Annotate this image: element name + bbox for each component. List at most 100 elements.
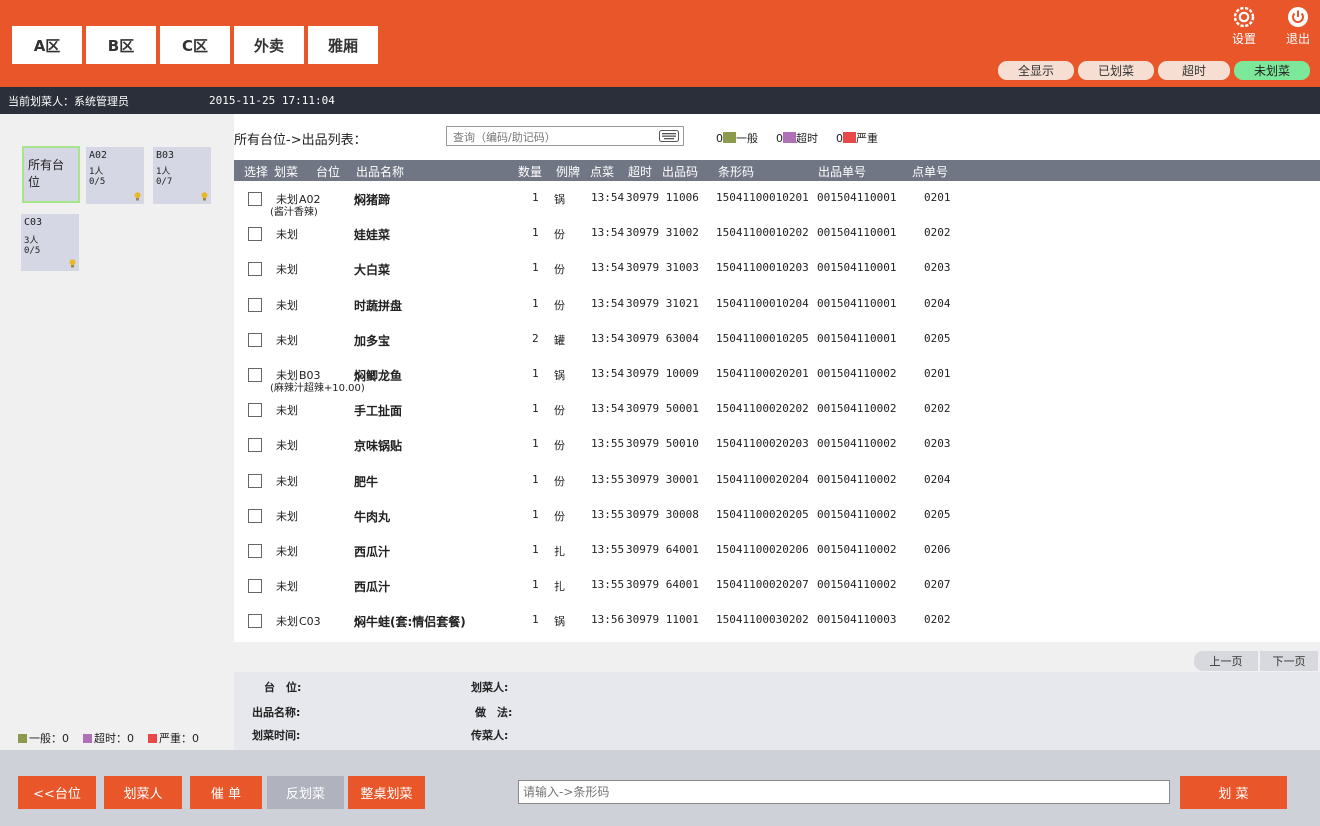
table-row[interactable]: 未划 大白菜 1 份 13:54 30979 31003 15041100010203 001…: [234, 256, 1320, 292]
row-order-no: 0205: [924, 507, 951, 521]
legend-severe-label: 严重: [856, 132, 878, 145]
table-row[interactable]: 未划 肥牛 1 份 13:55 30979 30001 15041100020204 0015…: [234, 468, 1320, 504]
row-checkbox[interactable]: [248, 368, 262, 382]
bottom-action-bar: <<台位 划菜人 催 单 反划菜 整桌划菜 划 菜: [0, 750, 1320, 826]
row-note: (酱汁香辣): [270, 207, 318, 218]
status-bar: 当前划菜人：系统管理员 2015-11-25 17:11:04: [0, 87, 1320, 114]
overtime-swatch: [783, 132, 796, 143]
filter-served[interactable]: 已划菜: [1077, 61, 1154, 80]
keyboard-icon[interactable]: [659, 130, 679, 142]
zone-tab-a[interactable]: A区: [12, 26, 82, 64]
row-checkbox[interactable]: [248, 438, 262, 453]
table-row[interactable]: 未划 时蔬拼盘 1 份 13:54 30979 31021 15041100010204 00…: [234, 292, 1320, 328]
serve-whole-table-button[interactable]: 整桌划菜: [348, 776, 425, 809]
prev-page-button[interactable]: 上一页: [1194, 651, 1258, 671]
col-dish-name: 出品名称: [356, 165, 405, 179]
table-row[interactable]: 未划 娃娃菜 1 份 13:54 30979 31002 15041100010202 001…: [234, 221, 1320, 257]
table-row[interactable]: 未划 西瓜汁 1 扎 13:55 30979 64001 15041100020206 001…: [234, 538, 1320, 574]
row-bill-no: 001504110002: [817, 367, 897, 380]
row-order-no: 0202: [924, 402, 951, 416]
row-state-text: 未划: [276, 263, 298, 277]
row-state-text: 未划: [276, 298, 298, 312]
table-row[interactable]: 未划 加多宝 2 罐 13:54 30979 63004 15041100010205 001…: [234, 327, 1320, 363]
row-qty: 1: [532, 543, 539, 556]
row-checkbox[interactable]: [248, 297, 262, 312]
table-tile-all[interactable]: 所有台位: [22, 146, 80, 203]
col-unit: 例牌: [556, 165, 581, 179]
search-input[interactable]: 查询（编码/助记码）: [446, 126, 684, 146]
table-row[interactable]: 未划B03 (麻辣汁超辣+10.00) 焖鲫龙鱼 1 锅 13:54 30979 10009…: [234, 362, 1320, 398]
legend-overtime-label: 超时: [796, 132, 818, 145]
search-placeholder: 查询（编码/助记码）: [453, 131, 556, 144]
row-checkbox[interactable]: [248, 227, 262, 242]
row-dish-code: 30979 11001: [626, 613, 699, 627]
row-qty: 1: [532, 261, 539, 275]
zone-tab-takeout[interactable]: 外卖: [234, 26, 304, 64]
legend-severe-text: 严重：0: [159, 732, 199, 745]
zone-tab-b[interactable]: B区: [86, 26, 156, 64]
row-bill-no: 001504110001: [817, 226, 897, 240]
filter-unserved[interactable]: 未划菜: [1233, 61, 1310, 80]
zone-tab-c[interactable]: C区: [160, 26, 230, 64]
row-checkbox[interactable]: [248, 508, 262, 523]
filter-overtime[interactable]: 超时: [1157, 61, 1230, 80]
table-tile-c03[interactable]: C03 3人 0/5: [21, 214, 79, 271]
row-checkbox[interactable]: [248, 403, 262, 418]
unserve-button[interactable]: 反划菜: [267, 776, 344, 809]
detail-server-label: 划菜人:: [471, 681, 509, 694]
row-order-no: 0207: [924, 578, 951, 592]
list-header: 选择 划菜 台位 出品名称 数量 例牌 点菜 超时 出品码 条形码 出品单号 点…: [234, 160, 1320, 181]
table-row[interactable]: 未划 西瓜汁 1 扎 13:55 30979 64001 15041100020207 001…: [234, 573, 1320, 609]
detail-runner-label: 传菜人:: [471, 729, 509, 742]
row-state: 未划: [276, 261, 299, 277]
table-row[interactable]: 未划A02 (酱汁香辣) 焖猪蹄 1 锅 13:54 30979 11006 15041100…: [234, 186, 1320, 222]
row-unit: 份: [554, 263, 565, 277]
row-qty: 1: [532, 578, 539, 592]
row-barcode: 15041100010205: [716, 331, 809, 345]
table-row[interactable]: 未划 牛肉丸 1 份 13:55 30979 30008 15041100020205 001…: [234, 503, 1320, 539]
row-checkbox[interactable]: [248, 579, 262, 594]
settings-button[interactable]: 设置: [1224, 6, 1264, 47]
row-bill-no: 001504110002: [817, 507, 897, 521]
urge-order-button[interactable]: 催 单: [190, 776, 262, 809]
next-page-button[interactable]: 下一页: [1260, 651, 1318, 671]
filter-show-all[interactable]: 全显示: [997, 61, 1074, 80]
row-barcode: 15041100010202: [716, 226, 809, 240]
barcode-input[interactable]: [518, 780, 1170, 804]
serve-button[interactable]: 划 菜: [1180, 776, 1287, 809]
row-qty: 1: [532, 296, 539, 310]
logout-button[interactable]: 退出: [1278, 6, 1318, 47]
row-bill-no: 001504110001: [817, 261, 897, 275]
row-order-no: 0204: [924, 296, 951, 310]
row-checkbox[interactable]: [248, 262, 262, 277]
row-checkbox[interactable]: [248, 332, 262, 347]
row-checkbox[interactable]: [248, 614, 262, 629]
row-state-text: 未划: [276, 439, 298, 453]
table-tile-b03[interactable]: B03 1人 0/7: [153, 147, 211, 204]
table-row[interactable]: 未划C03 焖牛蛙(套:情侣套餐) 1 锅 13:56 30979 11001 150411…: [234, 608, 1320, 644]
row-dish-code: 30979 64001: [626, 578, 699, 592]
row-order-no: 0202: [924, 613, 951, 627]
row-checkbox[interactable]: [248, 544, 262, 558]
back-to-tables-button[interactable]: <<台位: [18, 776, 96, 809]
row-barcode: 15041100020202: [716, 402, 809, 416]
row-checkbox[interactable]: [248, 192, 262, 206]
table-row[interactable]: 未划 手工扯面 1 份 13:54 30979 50001 15041100020202 00…: [234, 397, 1320, 433]
list-title: 所有台位->出品列表：: [234, 133, 367, 148]
row-checkbox[interactable]: [248, 473, 262, 488]
col-dish-code: 出品码: [662, 165, 699, 179]
zone-tab-private-room[interactable]: 雅厢: [308, 26, 378, 64]
table-tile-a02[interactable]: A02 1人 0/5: [86, 147, 144, 204]
pager: 上一页 下一页: [1194, 651, 1318, 671]
row-state-text: 未划: [276, 228, 298, 242]
row-unit: 扎: [554, 545, 565, 558]
table-people: 1人: [156, 167, 171, 177]
row-qty: 1: [532, 367, 539, 380]
server-button[interactable]: 划菜人: [104, 776, 182, 809]
legend-overtime: 超时：0: [83, 730, 134, 746]
row-time: 13:54: [591, 331, 625, 345]
table-row[interactable]: 未划 京味锅贴 1 份 13:55 30979 50010 15041100020203 00…: [234, 432, 1320, 468]
row-qty: 1: [532, 613, 539, 627]
normal-swatch: [723, 132, 736, 143]
table-name: C03: [24, 217, 43, 228]
